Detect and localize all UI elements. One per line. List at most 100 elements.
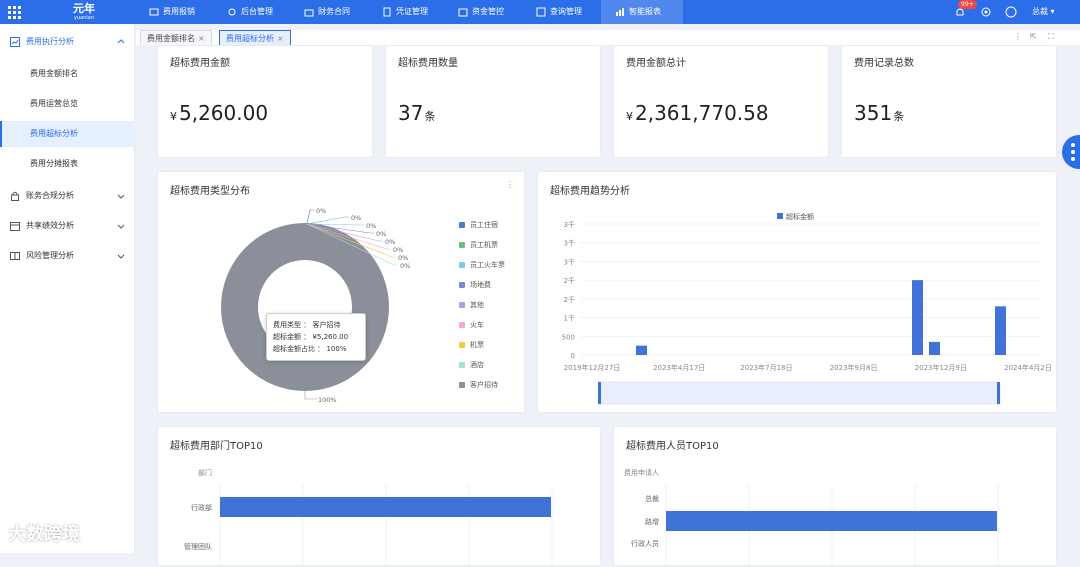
search-doc-icon [536,7,546,17]
chart-icon [616,8,624,16]
receipt-icon [149,8,159,16]
book-icon [10,252,20,260]
category-label: 路增 [645,517,659,526]
legend-label: 员工住宿 [470,220,498,229]
zoom-slider-handle[interactable] [598,382,601,404]
zoom-slider-handle[interactable] [997,382,1000,404]
tab-overspend-analysis[interactable]: 费用超标分析 × [219,30,291,45]
sidebar-item-amount-rank[interactable]: 费用金额排名 [0,61,135,87]
category-label: 行政人员 [631,539,659,548]
pie-leader-line [306,209,314,225]
legend-swatch [459,362,465,368]
collapse-icon[interactable]: ⇱ [1030,32,1037,41]
donut-chart: 0%0%0%0%0%0%0%0%100%员工住宿员工机票员工火车票场地费其他火车… [221,207,505,404]
chart-icon [10,37,20,47]
legend-swatch [459,222,465,228]
pie-leader-line [304,391,317,400]
calendar-icon [10,222,20,231]
user-menu[interactable]: 总裁 ▾ [1032,0,1055,24]
kpi-card-total-amount: 费用金额总计 ¥2,361,770.58 [613,45,829,158]
nav-backend[interactable]: 后台管理 [227,0,273,24]
chart-card-dept-top10: 超标费用部门TOP10 部门 行政部 管理团队 [157,426,601,567]
bar [929,341,940,355]
nav-funds[interactable]: 资金管控 [458,0,504,24]
close-icon[interactable]: × [198,34,205,43]
tooltip-row: 费用类型 ： 客户招待 [273,321,341,329]
x-tick-label: 2019年12月27日 [564,363,621,372]
nav-voucher[interactable]: 凭证管理 [382,0,428,24]
fullscreen-icon[interactable]: ⛶ [1048,32,1054,42]
settings-icon[interactable] [980,6,992,18]
legend-label: 客户招待 [470,380,498,389]
kpi-value: 37条 [398,101,436,125]
dept-bar-chart: 部门行政部管理团队 [184,468,553,567]
x-tick-label: 2023年4月17日 [653,363,705,372]
legend-swatch [777,213,783,219]
pie-slice-label: 0% [393,246,403,254]
chevron-down-icon [117,194,125,199]
x-tick-label: 2023年12月9日 [915,363,967,372]
pie-slice-label: 0% [400,262,410,270]
y-tick-label: 2千 [564,276,575,285]
lock-icon [11,191,19,201]
legend-label: 场地费 [470,280,491,289]
legend-label: 超标金额 [786,212,814,221]
legend-label: 酒店 [470,360,484,369]
close-icon[interactable]: × [277,34,284,43]
legend-swatch [459,262,465,268]
sidebar-item-operation-overview[interactable]: 费用运营总览 [0,91,135,117]
sidebar-item-overspend-analysis[interactable]: 费用超标分析 [0,121,135,147]
category-label: 管理团队 [184,542,212,551]
floating-menu-button[interactable] [1062,135,1080,169]
legend-swatch [459,282,465,288]
nav-query[interactable]: 查询管理 [536,0,582,24]
pie-slice-label: 0% [366,222,376,230]
chart-tooltip: 费用类型 ： 客户招待 超标金额 ： ¥5,260.00 超标金额占比 ： 10… [266,313,366,361]
pie-slice-label: 0% [398,254,408,262]
sidebar-group-risk[interactable]: 风险管理分析 [0,242,135,270]
category-label: 行政部 [191,503,212,512]
legend-swatch [459,322,465,328]
tab-bar: 费用金额排名 × 费用超标分析 × ⋮ ⇱ ⛶ [136,30,1080,45]
legend-swatch [459,382,465,388]
logo: 元年 yuanian [73,2,95,21]
axis-label: 费用申请人 [624,468,659,477]
category-label: 总裁 [645,494,659,503]
nav-smart-report[interactable]: 智能报表 [601,0,683,24]
kpi-card-record-count: 费用记录总数 351条 [841,45,1057,158]
help-icon[interactable] [1005,6,1017,18]
bar [912,280,923,355]
tab-amount-rank[interactable]: 费用金额排名 × [140,30,212,45]
kpi-title: 费用金额总计 [626,58,686,69]
chart-card-type-distribution: 超标费用类型分布 ⋮ 0% 0% 0% 0% 0% 0% 0% 0% 100% 员工住宿 员工机票员… [157,171,525,413]
nav-contract[interactable]: 财务合同 [304,0,350,24]
chart-card-trend: 超标费用趋势分析 超标金额 0 500 1千 2千 2千 3千 3千 3千 2019年12月27日… [537,171,1057,413]
zoom-slider-track [598,381,1001,405]
sidebar-group-performance[interactable]: 共享绩效分析 [0,212,135,240]
chevron-up-icon [117,39,125,44]
sidebar: 费用执行分析 费用金额排名 费用运营总览 费用超标分析 费用分摊报表 账务合规分… [0,24,135,553]
sidebar-group-compliance[interactable]: 账务合规分析 [0,182,135,210]
person-bar-chart: 费用申请人总裁路增行政人员 [624,468,999,567]
bar [995,306,1006,355]
sidebar-item-allocation-report[interactable]: 费用分摊报表 [0,151,135,177]
kpi-value: ¥2,361,770.58 [626,101,769,125]
pie-slice-label: 0% [385,238,395,246]
notification-badge: 99+ [958,0,977,9]
y-tick-label: 2千 [564,295,575,304]
nav-expense-reimburse[interactable]: 费用报销 [149,0,195,24]
more-vertical-icon[interactable]: ⋮ [1014,32,1022,41]
kpi-title: 超标费用金额 [170,58,230,69]
legend-label: 火车 [470,320,484,329]
pie-slice-label: 0% [351,214,361,222]
y-tick-label: 1千 [564,314,575,323]
legend-label: 员工火车票 [470,260,505,269]
y-tick-label: 500 [562,333,575,341]
sidebar-group-expense-analysis[interactable]: 费用执行分析 [0,28,135,56]
app-grid-icon[interactable] [8,6,21,19]
kpi-value: ¥5,260.00 [170,101,269,125]
tooltip-row: 超标金额 ： ¥5,260.00 [273,333,349,341]
y-tick-label: 3千 [564,220,575,229]
y-tick-label: 3千 [564,239,575,248]
legend-label: 员工机票 [470,240,498,249]
